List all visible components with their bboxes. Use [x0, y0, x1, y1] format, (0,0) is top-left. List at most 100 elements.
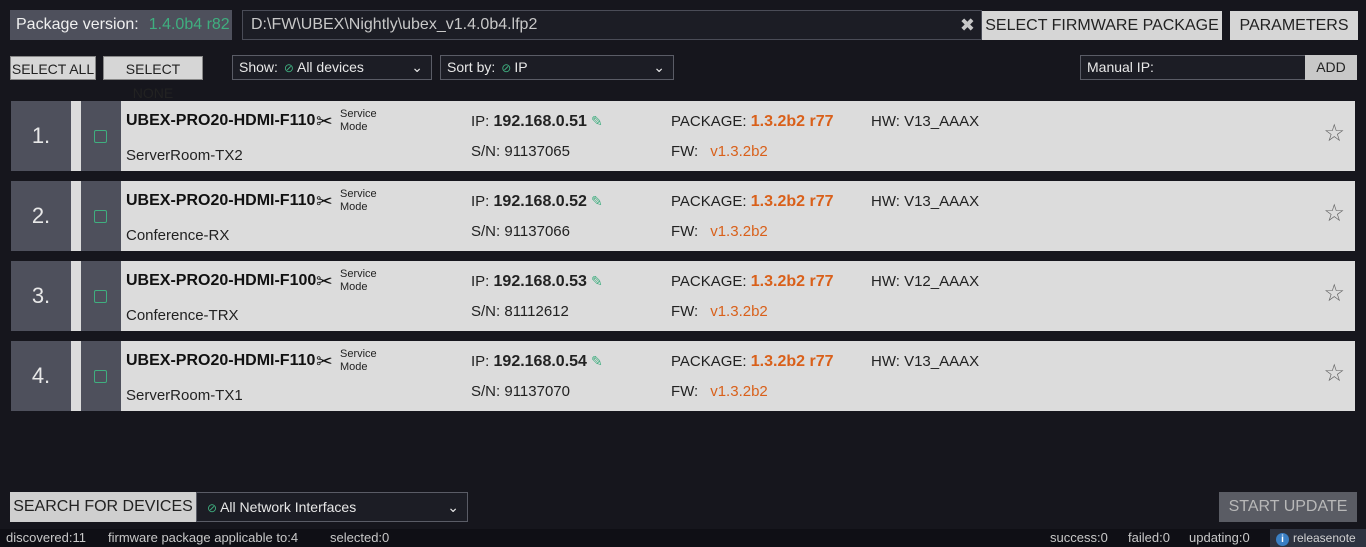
network-interface-dropdown[interactable]: ⊘ All Network Interfaces ⌄: [196, 492, 468, 522]
service-mode-label: Service Mode: [340, 348, 377, 373]
wrench-icon: ✂: [316, 191, 333, 213]
star-icon[interactable]: ☆: [1323, 362, 1345, 386]
sn-label: S/N:: [471, 223, 501, 240]
device-row[interactable]: 1. UBEX-PRO20-HDMI-F110 ✂ Service Mode S…: [11, 101, 1355, 171]
device-select-cell[interactable]: [81, 261, 121, 331]
device-select-cell[interactable]: [81, 181, 121, 251]
chevron-down-icon: ⌄: [447, 499, 459, 515]
clear-icon[interactable]: ✖: [960, 11, 975, 39]
hw-value: V13_AAAX: [904, 193, 980, 210]
device-label: Conference-TRX: [126, 307, 239, 324]
device-package: PACKAGE: 1.3.2b2 r77: [671, 193, 834, 211]
star-icon[interactable]: ☆: [1323, 202, 1345, 226]
hw-label: HW:: [871, 113, 900, 130]
device-model: UBEX-PRO20-HDMI-F110: [126, 352, 316, 369]
package-value: 1.3.2b2 r77: [750, 113, 834, 130]
chevron-down-icon: ⌄: [411, 59, 423, 75]
device-ip: IP: 192.168.0.51 ✎: [471, 113, 603, 131]
status-selected: selected:0: [330, 530, 390, 545]
edit-icon[interactable]: ✎: [591, 273, 603, 289]
device-checkbox[interactable]: [94, 290, 107, 303]
device-row[interactable]: 2. UBEX-PRO20-HDMI-F110 ✂ Service Mode C…: [11, 181, 1355, 251]
sort-by-dropdown[interactable]: Sort by: ⊘ IP ⌄: [440, 55, 674, 80]
sn-label: S/N:: [471, 143, 501, 160]
hw-label: HW:: [871, 193, 900, 210]
device-ip: IP: 192.168.0.52 ✎: [471, 193, 603, 211]
add-ip-button[interactable]: ADD: [1305, 55, 1357, 80]
fw-value: v1.3.2b2: [710, 143, 768, 160]
device-serial: S/N: 91137066: [471, 223, 570, 240]
edit-icon[interactable]: ✎: [591, 113, 603, 129]
ip-label: IP:: [471, 273, 490, 290]
show-filter-dropdown[interactable]: Show: ⊘ All devices ⌄: [232, 55, 432, 80]
ip-value: 192.168.0.52: [493, 193, 587, 210]
service-mode-label: Service Mode: [340, 268, 377, 293]
device-package: PACKAGE: 1.3.2b2 r77: [671, 353, 834, 371]
device-ip: IP: 192.168.0.53 ✎: [471, 273, 603, 291]
sort-value: IP: [514, 59, 528, 75]
ip-label: IP:: [471, 113, 490, 130]
device-firmware: FW: v1.3.2b2: [671, 223, 768, 240]
ip-label: IP:: [471, 193, 490, 210]
ip-value: 192.168.0.54: [493, 353, 587, 370]
device-row[interactable]: 4. UBEX-PRO20-HDMI-F110 ✂ Service Mode S…: [11, 341, 1355, 411]
device-ip: IP: 192.168.0.54 ✎: [471, 353, 603, 371]
search-devices-button[interactable]: SEARCH FOR DEVICES: [10, 492, 196, 522]
device-serial: S/N: 91137070: [471, 383, 570, 400]
sort-label: Sort by:: [447, 59, 496, 75]
parameters-button[interactable]: PARAMETERS: [1230, 11, 1358, 40]
package-value: 1.3.2b2 r77: [750, 273, 834, 290]
edit-icon[interactable]: ✎: [591, 353, 603, 369]
status-discovered: discovered:11: [6, 530, 86, 545]
manual-ip-input[interactable]: Manual IP:: [1080, 55, 1306, 80]
device-select-cell[interactable]: [81, 341, 121, 411]
device-label: Conference-RX: [126, 227, 230, 244]
show-value: All devices: [296, 59, 364, 75]
fw-value: v1.3.2b2: [710, 383, 768, 400]
status-bar: discovered:11 firmware package applicabl…: [0, 529, 1366, 547]
start-update-button[interactable]: START UPDATE: [1219, 492, 1357, 522]
select-none-button[interactable]: SELECT NONE: [103, 56, 203, 101]
fw-label: FW:: [671, 303, 699, 320]
star-icon[interactable]: ☆: [1323, 122, 1345, 146]
device-firmware: FW: v1.3.2b2: [671, 303, 768, 320]
service-mode-label: Service Mode: [340, 108, 377, 133]
device-checkbox[interactable]: [94, 130, 107, 143]
wrench-icon: ✂: [316, 271, 333, 293]
package-label: PACKAGE:: [671, 273, 747, 290]
service-mode-label: Service Mode: [340, 188, 377, 213]
package-path-text: D:\FW\UBEX\Nightly\ubex_v1.4.0b4.lfp2: [251, 16, 538, 33]
star-icon[interactable]: ☆: [1323, 282, 1345, 306]
device-serial: S/N: 91137065: [471, 143, 570, 160]
releasenote-link[interactable]: i releasenote: [1270, 529, 1366, 547]
wrench-icon: ✂: [316, 111, 333, 133]
manual-ip-label: Manual IP:: [1087, 59, 1154, 75]
select-firmware-button[interactable]: SELECT FIRMWARE PACKAGE: [982, 11, 1222, 40]
hw-label: HW:: [871, 273, 900, 290]
device-select-cell[interactable]: [81, 101, 121, 171]
hw-value: V13_AAAX: [904, 353, 980, 370]
status-failed: failed:0: [1128, 530, 1170, 545]
package-version-label: Package version:: [16, 16, 139, 33]
device-model: UBEX-PRO20-HDMI-F100: [126, 272, 317, 289]
select-all-button[interactable]: SELECT ALL: [10, 56, 96, 80]
device-label: ServerRoom-TX1: [126, 387, 243, 404]
hw-value: V13_AAAX: [904, 113, 980, 130]
device-row[interactable]: 3. UBEX-PRO20-HDMI-F100 ✂ Service Mode C…: [11, 261, 1355, 331]
status-updating: updating:0: [1189, 530, 1250, 545]
device-checkbox[interactable]: [94, 370, 107, 383]
device-hardware: HW: V12_AAAX: [871, 273, 979, 290]
fw-value: v1.3.2b2: [710, 223, 768, 240]
releasenote-label: releasenote: [1293, 531, 1356, 545]
info-icon: i: [1276, 533, 1289, 546]
check-circle-icon: ⊘: [501, 61, 512, 75]
sn-value: 91137065: [504, 143, 570, 160]
device-package: PACKAGE: 1.3.2b2 r77: [671, 273, 834, 291]
package-label: PACKAGE:: [671, 113, 747, 130]
edit-icon[interactable]: ✎: [591, 193, 603, 209]
device-checkbox[interactable]: [94, 210, 107, 223]
sn-value: 91137070: [504, 383, 570, 400]
package-path-input[interactable]: D:\FW\UBEX\Nightly\ubex_v1.4.0b4.lfp2 ✖: [242, 10, 982, 40]
sn-value: 81112612: [504, 303, 569, 320]
device-number: 4.: [11, 341, 71, 411]
